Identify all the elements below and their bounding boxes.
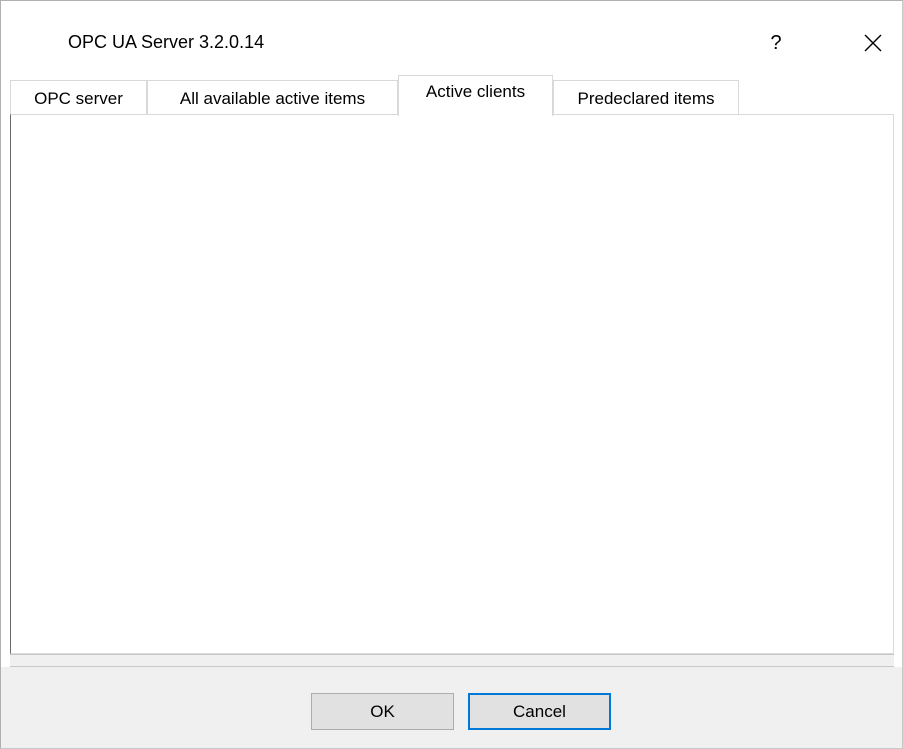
dialog-window: OPC UA Server 3.2.0.14 ? OPC server All … [0, 0, 903, 749]
tab-opc-server[interactable]: OPC server [10, 80, 147, 115]
help-label: ? [770, 31, 782, 54]
title-bar: OPC UA Server 3.2.0.14 ? [1, 1, 902, 75]
active-clients-panel [10, 114, 894, 654]
ok-button-label: OK [370, 702, 395, 721]
tab-label: OPC server [34, 89, 123, 108]
tab-strip: OPC server All available active items Ac… [10, 75, 894, 116]
help-button[interactable]: ? [756, 23, 796, 63]
tab-predeclared-items[interactable]: Predeclared items [553, 80, 739, 115]
close-icon [864, 34, 882, 52]
cancel-button-label: Cancel [513, 702, 566, 721]
ok-button[interactable]: OK [311, 693, 454, 730]
cancel-button[interactable]: Cancel [468, 693, 611, 730]
panel-separator [10, 654, 894, 667]
tab-all-available-active-items[interactable]: All available active items [147, 80, 398, 115]
tab-label: Predeclared items [577, 89, 715, 108]
tab-active-clients[interactable]: Active clients [398, 75, 553, 116]
tab-label: All available active items [179, 89, 366, 108]
tab-label: Active clients [425, 82, 526, 101]
button-bar: OK Cancel [1, 667, 902, 748]
close-button[interactable] [851, 21, 895, 65]
window-title: OPC UA Server 3.2.0.14 [68, 32, 265, 52]
